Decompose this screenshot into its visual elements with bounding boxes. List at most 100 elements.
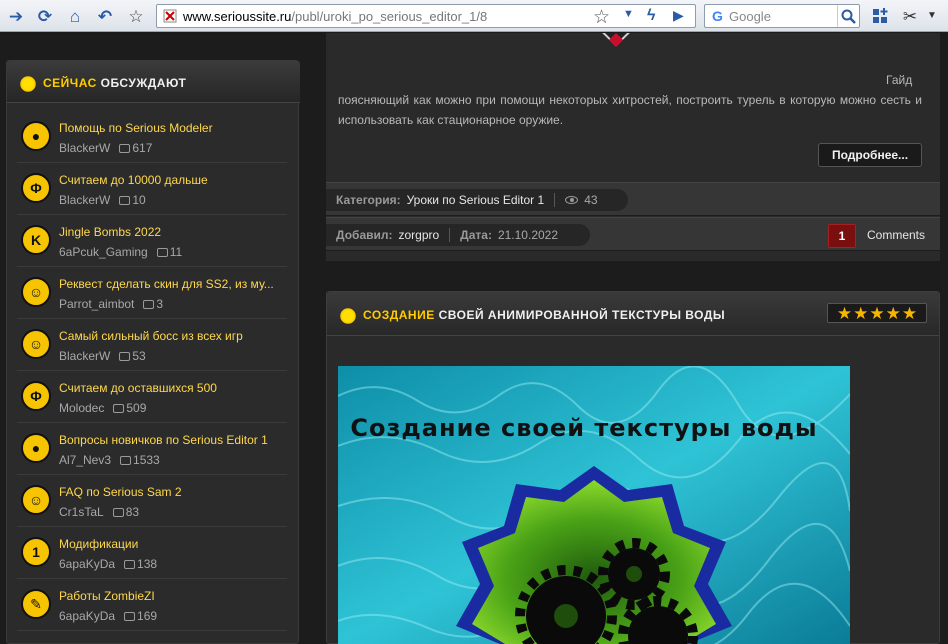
- discussion-meta: Parrot_aimbot 3: [59, 297, 163, 311]
- discussion-author[interactable]: Molodec: [59, 401, 104, 415]
- wrench-icon: ✎: [21, 589, 51, 619]
- rating-star-icon[interactable]: ★: [853, 305, 868, 322]
- discussion-author[interactable]: 6apaKyDa: [59, 609, 115, 623]
- search-input[interactable]: Google: [729, 9, 771, 24]
- search-magnifier-icon[interactable]: [837, 5, 859, 27]
- rating-star-icon[interactable]: ★: [886, 305, 901, 322]
- discussion-item[interactable]: ● Помощь по Serious Modeler BlackerW 617: [17, 111, 287, 163]
- url-history-dropdown-icon[interactable]: ▼: [623, 8, 634, 20]
- comment-bubble-icon: [112, 508, 124, 517]
- views-count: 43: [584, 193, 598, 207]
- discussion-item[interactable]: Φ Считаем до оставшихся 500 Molodec 509: [17, 371, 287, 423]
- serious-sam-phi-icon: Φ: [21, 173, 51, 203]
- discussion-title-link[interactable]: Jingle Bombs 2022: [59, 225, 285, 239]
- rating-star-icon[interactable]: ★: [902, 305, 917, 322]
- bookmark-star-icon[interactable]: ☆: [124, 4, 148, 28]
- comment-bubble-icon: [156, 248, 168, 257]
- views-eye-icon: [565, 196, 579, 204]
- discussion-author[interactable]: Parrot_aimbot: [59, 297, 134, 311]
- scissors-dropdown-icon[interactable]: ▼: [924, 4, 940, 28]
- home-icon[interactable]: ⌂: [63, 4, 87, 28]
- discussion-comment-count: 53: [132, 349, 146, 363]
- discussion-meta: Al7_Nev3 1533: [59, 453, 160, 467]
- discussion-meta: BlackerW 10: [59, 193, 146, 207]
- discussion-item[interactable]: ☺ Реквест сделать скин для SS2, из му... P…: [17, 267, 287, 319]
- category-pill: Категория: Уроки по Serious Editor 1 43: [326, 189, 628, 211]
- article-title[interactable]: СОЗДАНИЕ СВОЕЙ АНИМИРОВАННОЙ ТЕКСТУРЫ ВО…: [363, 308, 725, 322]
- discussion-item[interactable]: K Jingle Bombs 2022 6aPcuk_Gaming 11: [17, 215, 287, 267]
- discussion-comment-count: 83: [125, 505, 140, 519]
- discussion-author[interactable]: 6aPcuk_Gaming: [59, 245, 148, 259]
- lightning-icon[interactable]: ϟ: [647, 7, 655, 25]
- article-description: Гайд поясняющий как можно при помощи нек…: [338, 73, 922, 127]
- sidebar-header: СЕЙЧАС ОБСУЖДАЮТ: [7, 61, 300, 103]
- meta-pill: Добавил: zorgpro Дата: 21.10.2022: [326, 224, 590, 246]
- rating-star-icon[interactable]: ★: [869, 305, 884, 322]
- search-box[interactable]: G Google: [704, 4, 860, 28]
- reload-icon[interactable]: ⟳: [33, 4, 57, 28]
- author-link[interactable]: zorgpro: [398, 228, 439, 242]
- sun-icon: [339, 307, 357, 325]
- diamond-ornament-icon: [596, 33, 636, 57]
- discussion-comment-count: 11: [169, 245, 183, 259]
- discussion-title-link[interactable]: Реквест сделать скин для SS2, из му...: [59, 277, 285, 291]
- discussion-author[interactable]: 6apaKyDa: [59, 557, 115, 571]
- discussion-author[interactable]: BlackerW: [59, 193, 110, 207]
- comment-bubble-icon: [143, 300, 155, 309]
- comment-bubble-icon: [113, 404, 125, 413]
- read-more-button[interactable]: Подробнее...: [818, 143, 922, 167]
- discussion-item[interactable]: Φ Считаем до 10000 дальше BlackerW 10: [17, 163, 287, 215]
- discussion-title-link[interactable]: Считаем до оставшихся 500: [59, 381, 285, 395]
- serious-sam-face-icon: ☺: [21, 277, 51, 307]
- discussion-author[interactable]: BlackerW: [59, 141, 110, 155]
- category-bar: Категория: Уроки по Serious Editor 1 43: [326, 182, 940, 216]
- discussion-title-link[interactable]: Модификации: [59, 537, 285, 551]
- addons-grid-icon[interactable]: [868, 4, 892, 28]
- discussion-comment-count: 617: [132, 141, 153, 155]
- address-bar[interactable]: www.serioussite.ru/publ/uroki_po_serious…: [156, 4, 696, 28]
- discussion-meta: Cr1sTaL 83: [59, 505, 139, 519]
- water-texture-illustration: Создание своей текстуры воды: [338, 366, 850, 644]
- discussion-meta: BlackerW 53: [59, 349, 146, 363]
- scissors-icon[interactable]: ✂: [898, 4, 922, 28]
- discussion-item[interactable]: ● Вопросы новичков по Serious Editor 1 Al7…: [17, 423, 287, 475]
- article-image[interactable]: Создание своей текстуры воды: [338, 366, 850, 644]
- serious-sam-face-icon: ☺: [21, 485, 51, 515]
- comments-link[interactable]: Comments: [867, 228, 925, 242]
- go-play-icon[interactable]: ▶: [673, 7, 684, 24]
- article-header: СОЗДАНИЕ СВОЕЙ АНИМИРОВАННОЙ ТЕКСТУРЫ ВО…: [327, 292, 939, 336]
- undo-icon[interactable]: ↶: [93, 4, 117, 28]
- discussion-item[interactable]: 1 Модификации 6apaKyDa 138: [17, 527, 287, 579]
- bookmark-page-star-icon[interactable]: ☆: [593, 6, 610, 29]
- discussion-title-link[interactable]: Работы ZombieZI: [59, 589, 285, 603]
- discussion-title-link[interactable]: FAQ по Serious Sam 2: [59, 485, 285, 499]
- sun-icon: [19, 75, 37, 93]
- comment-bubble-icon: [119, 196, 131, 205]
- serious-sam-bomb-icon: ●: [21, 433, 51, 463]
- comment-bubble-icon: [119, 144, 131, 153]
- discussion-meta: 6aPcuk_Gaming 11: [59, 245, 182, 259]
- discussion-item[interactable]: ☺ FAQ по Serious Sam 2 Cr1sTaL 83: [17, 475, 287, 527]
- category-link[interactable]: Уроки по Serious Editor 1: [407, 193, 545, 207]
- letter-k-icon: K: [21, 225, 51, 255]
- discussion-item[interactable]: ✎ Работы ZombieZI 6apaKyDa 169: [17, 579, 287, 631]
- discussion-meta: 6apaKyDa 138: [59, 557, 157, 571]
- discussion-author[interactable]: BlackerW: [59, 349, 110, 363]
- discussion-author[interactable]: Al7_Nev3: [59, 453, 111, 467]
- discussion-author[interactable]: Cr1sTaL: [59, 505, 104, 519]
- comment-bubble-icon: [120, 456, 132, 465]
- comment-count-badge[interactable]: 1: [828, 224, 856, 248]
- url-text[interactable]: www.serioussite.ru/publ/uroki_po_serious…: [183, 9, 487, 24]
- discussion-item[interactable]: ☺ Самый сильный босс из всех игр BlackerW 5…: [17, 319, 287, 371]
- discussion-title-link[interactable]: Помощь по Serious Modeler: [59, 121, 285, 135]
- forward-arrow-icon[interactable]: ➔: [4, 4, 28, 28]
- discussion-title-link[interactable]: Вопросы новичков по Serious Editor 1: [59, 433, 285, 447]
- comment-bubble-icon: [124, 612, 136, 621]
- discussion-title-link[interactable]: Считаем до 10000 дальше: [59, 173, 285, 187]
- date-value: 21.10.2022: [497, 228, 559, 242]
- sidebar-title: СЕЙЧАС ОБСУЖДАЮТ: [43, 76, 187, 90]
- site-favicon-icon: [163, 9, 177, 23]
- comment-bubble-icon: [119, 352, 131, 361]
- rating-star-icon[interactable]: ★: [837, 305, 852, 322]
- discussion-title-link[interactable]: Самый сильный босс из всех игр: [59, 329, 285, 343]
